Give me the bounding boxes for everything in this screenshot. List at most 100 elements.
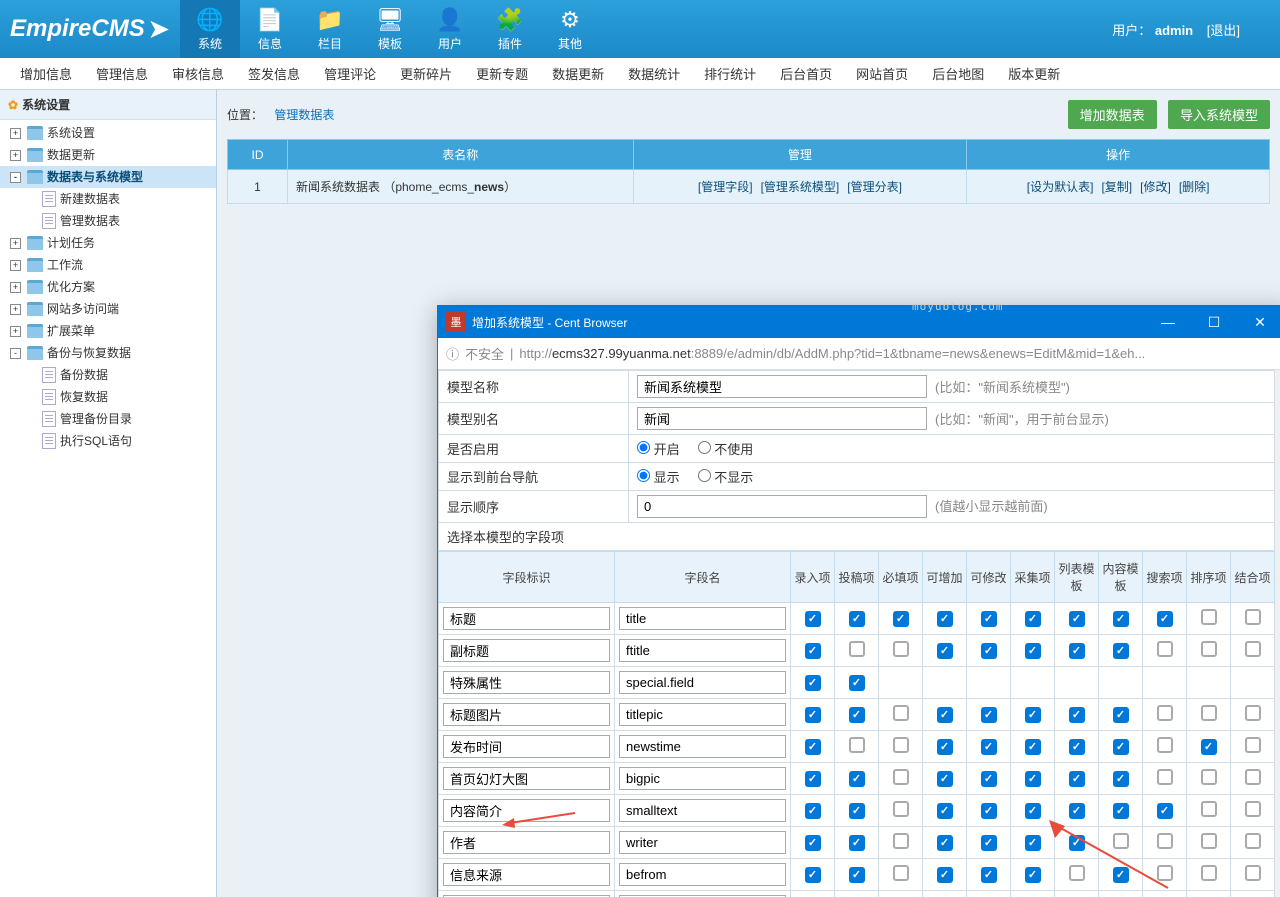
tree-系统设置[interactable]: +系统设置 [0, 122, 216, 144]
tree-工作流[interactable]: +工作流 [0, 254, 216, 276]
submenu-数据统计[interactable]: 数据统计 [628, 64, 680, 83]
checkbox[interactable] [1025, 835, 1041, 851]
modal-titlebar[interactable]: 墨 增加系统模型 - Cent Browser — ☐ ✕ [438, 306, 1280, 338]
checkbox[interactable] [937, 803, 953, 819]
checkbox[interactable] [1201, 833, 1217, 849]
tree-数据更新[interactable]: +数据更新 [0, 144, 216, 166]
model-alias-input[interactable] [637, 407, 927, 430]
checkbox[interactable] [1025, 771, 1041, 787]
import-model-button[interactable]: 导入系统模型 [1168, 100, 1270, 129]
checkbox[interactable] [1157, 611, 1173, 627]
checkbox[interactable] [1245, 833, 1261, 849]
checkbox[interactable] [849, 771, 865, 787]
submenu-排行统计[interactable]: 排行统计 [704, 64, 756, 83]
checkbox[interactable] [1069, 707, 1085, 723]
url-bar[interactable]: ⓘ 不安全 | http://ecms327.99yuanma.net:8889… [438, 338, 1280, 370]
tree-优化方案[interactable]: +优化方案 [0, 276, 216, 298]
checkbox[interactable] [849, 641, 865, 657]
toggle-icon[interactable]: + [10, 150, 21, 161]
submenu-增加信息[interactable]: 增加信息 [20, 64, 72, 83]
checkbox[interactable] [937, 771, 953, 787]
checkbox[interactable] [805, 867, 821, 883]
menu-系统[interactable]: 🌐系统 [180, 0, 240, 58]
op-link[interactable]: [删除] [1179, 180, 1210, 194]
checkbox[interactable] [1245, 865, 1261, 881]
checkbox[interactable] [981, 803, 997, 819]
checkbox[interactable] [1245, 801, 1261, 817]
checkbox[interactable] [849, 835, 865, 851]
checkbox[interactable] [1069, 643, 1085, 659]
checkbox[interactable] [937, 867, 953, 883]
checkbox[interactable] [1201, 641, 1217, 657]
submenu-版本更新[interactable]: 版本更新 [1008, 64, 1060, 83]
checkbox[interactable] [1025, 739, 1041, 755]
checkbox[interactable] [1069, 739, 1085, 755]
checkbox[interactable] [1157, 865, 1173, 881]
checkbox[interactable] [937, 739, 953, 755]
checkbox[interactable] [893, 865, 909, 881]
menu-信息[interactable]: 📄信息 [240, 0, 300, 58]
checkbox[interactable] [1069, 835, 1085, 851]
checkbox[interactable] [1201, 705, 1217, 721]
submenu-后台首页[interactable]: 后台首页 [780, 64, 832, 83]
toggle-icon[interactable]: + [10, 282, 21, 293]
toggle-icon[interactable]: + [10, 260, 21, 271]
checkbox[interactable] [893, 611, 909, 627]
checkbox[interactable] [937, 611, 953, 627]
checkbox[interactable] [1113, 867, 1129, 883]
checkbox[interactable] [1245, 641, 1261, 657]
checkbox[interactable] [849, 675, 865, 691]
manage-link[interactable]: [管理系统模型] [761, 180, 840, 194]
checkbox[interactable] [849, 737, 865, 753]
menu-插件[interactable]: 🧩插件 [480, 0, 540, 58]
checkbox[interactable] [849, 707, 865, 723]
checkbox[interactable] [805, 675, 821, 691]
tree-管理备份目录[interactable]: 管理备份目录 [0, 408, 216, 430]
checkbox[interactable] [805, 771, 821, 787]
toggle-icon[interactable]: + [10, 128, 21, 139]
submenu-审核信息[interactable]: 审核信息 [172, 64, 224, 83]
checkbox[interactable] [1113, 707, 1129, 723]
enabled-off-radio[interactable]: 不使用 [698, 442, 754, 457]
checkbox[interactable] [1025, 707, 1041, 723]
checkbox[interactable] [1201, 609, 1217, 625]
manage-link[interactable]: [管理字段] [698, 180, 753, 194]
menu-栏目[interactable]: 📁栏目 [300, 0, 360, 58]
submenu-后台地图[interactable]: 后台地图 [932, 64, 984, 83]
checkbox[interactable] [1069, 803, 1085, 819]
tree-管理数据表[interactable]: 管理数据表 [0, 210, 216, 232]
tree-计划任务[interactable]: +计划任务 [0, 232, 216, 254]
submenu-管理信息[interactable]: 管理信息 [96, 64, 148, 83]
checkbox[interactable] [1113, 803, 1129, 819]
checkbox[interactable] [1245, 609, 1261, 625]
checkbox[interactable] [1113, 643, 1129, 659]
checkbox[interactable] [805, 803, 821, 819]
toggle-icon[interactable]: + [10, 238, 21, 249]
checkbox[interactable] [1245, 705, 1261, 721]
crumb-link[interactable]: 管理数据表 [274, 108, 334, 122]
checkbox[interactable] [1201, 739, 1217, 755]
checkbox[interactable] [981, 643, 997, 659]
submenu-网站首页[interactable]: 网站首页 [856, 64, 908, 83]
field-name-input[interactable] [619, 831, 786, 854]
field-id-input[interactable] [443, 831, 610, 854]
checkbox[interactable] [981, 611, 997, 627]
checkbox[interactable] [893, 705, 909, 721]
checkbox[interactable] [1201, 801, 1217, 817]
field-name-input[interactable] [619, 607, 786, 630]
model-name-input[interactable] [637, 375, 927, 398]
checkbox[interactable] [1157, 769, 1173, 785]
checkbox[interactable] [849, 803, 865, 819]
field-name-input[interactable] [619, 735, 786, 758]
checkbox[interactable] [893, 641, 909, 657]
field-name-input[interactable] [619, 767, 786, 790]
checkbox[interactable] [1113, 611, 1129, 627]
checkbox[interactable] [1025, 867, 1041, 883]
field-name-input[interactable] [619, 639, 786, 662]
field-id-input[interactable] [443, 607, 610, 630]
add-table-button[interactable]: 增加数据表 [1068, 100, 1157, 129]
checkbox[interactable] [1069, 771, 1085, 787]
checkbox[interactable] [1113, 739, 1129, 755]
op-link[interactable]: [修改] [1140, 180, 1171, 194]
field-id-input[interactable] [443, 799, 610, 822]
